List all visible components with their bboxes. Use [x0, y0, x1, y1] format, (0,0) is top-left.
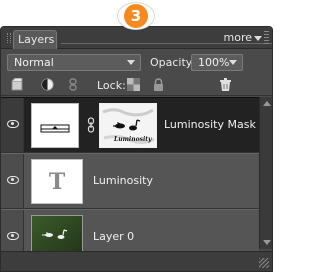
panel-titlebar: Layers more: [1, 27, 272, 49]
levels-adjustment-icon: [40, 124, 70, 133]
new-layer-icon[interactable]: [11, 78, 24, 91]
layer-name: Luminosity Mask: [164, 118, 256, 131]
scroll-down-icon[interactable]: [263, 240, 271, 245]
adjustment-layer-thumbnail[interactable]: [31, 103, 79, 148]
scroll-up-icon[interactable]: [263, 101, 271, 106]
layer-name: Layer 0: [93, 230, 135, 243]
visibility-toggle[interactable]: [1, 154, 24, 208]
tab-layers[interactable]: Layers: [13, 30, 57, 49]
birds-photo-image: [32, 216, 82, 254]
step-number-badge: 3: [117, 2, 155, 30]
panel-bottom-bar: [1, 251, 272, 271]
half-circle-adjustment-icon[interactable]: [41, 78, 54, 91]
mask-thumbnail[interactable]: Luminosity: [99, 103, 157, 148]
eye-icon[interactable]: [7, 176, 19, 184]
chain-link-icon[interactable]: [87, 117, 95, 133]
lock-label: Lock:: [97, 79, 126, 92]
panel-grip-icon[interactable]: [7, 33, 11, 43]
lock-transparent-icon[interactable]: [127, 78, 140, 91]
layers-panel: Layers more Normal Opacity: 100% Lock: L…: [0, 26, 273, 272]
text-t-icon: T: [48, 168, 66, 195]
blend-mode-value: Normal: [14, 56, 54, 69]
panel-gripper-icon[interactable]: [264, 31, 269, 44]
mask-birds-image: Luminosity: [100, 104, 156, 147]
opacity-label: Opacity:: [150, 56, 196, 69]
link-icon[interactable]: [67, 78, 80, 91]
text-layer-thumbnail[interactable]: T: [31, 159, 83, 204]
resize-handle-icon[interactable]: [259, 258, 269, 268]
layer-row-luminosity[interactable]: T Luminosity: [1, 153, 259, 209]
layer-name: Luminosity: [93, 174, 153, 187]
step-number: 3: [124, 4, 148, 28]
image-layer-thumbnail[interactable]: [31, 215, 83, 255]
eye-icon[interactable]: [7, 120, 19, 128]
chevron-down-icon: [229, 60, 237, 65]
blend-options-row: Normal Opacity: 100%: [1, 50, 272, 74]
layer-row-luminosity-mask[interactable]: Luminosity Luminosity Mask: [1, 97, 259, 153]
more-arrow-icon[interactable]: [254, 36, 262, 41]
opacity-value: 100%: [198, 56, 230, 69]
trash-icon[interactable]: [219, 78, 232, 91]
svg-text:Luminosity: Luminosity: [113, 136, 152, 143]
blend-mode-select[interactable]: Normal: [7, 54, 141, 71]
chevron-down-icon: [127, 60, 135, 65]
more-menu-button[interactable]: more: [224, 31, 253, 44]
eye-icon[interactable]: [7, 232, 19, 240]
lock-all-icon[interactable]: [152, 78, 165, 91]
opacity-select[interactable]: 100%: [191, 54, 243, 71]
layers-scrollbar[interactable]: [259, 97, 272, 249]
layer-toolbar: Lock:: [1, 74, 272, 96]
visibility-toggle[interactable]: [1, 98, 24, 152]
